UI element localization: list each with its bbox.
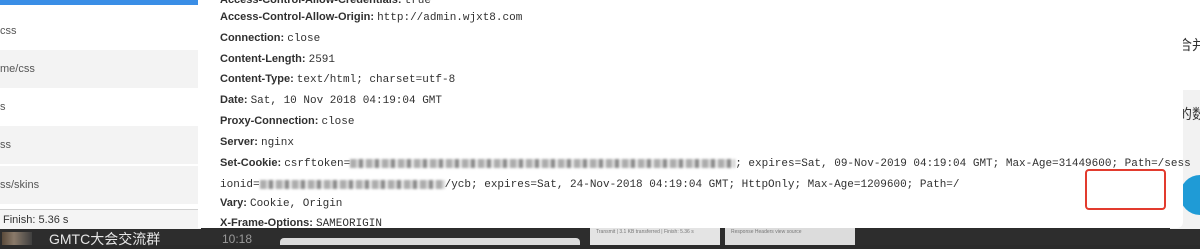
header-row: X-Frame-Options: SAMEORIGIN — [220, 216, 382, 231]
header-key: X-Frame-Options: — [220, 217, 313, 229]
header-row: Server: nginx — [220, 135, 294, 150]
request-row[interactable]: me/css — [0, 50, 198, 88]
request-name: css — [0, 25, 17, 37]
header-key: Content-Length: — [220, 53, 306, 65]
redacted-value — [350, 158, 736, 168]
highlight-box — [1085, 169, 1166, 210]
header-value: true — [404, 0, 431, 7]
selected-request-bar[interactable] — [0, 0, 198, 5]
header-row: Content-Length: 2591 — [220, 52, 335, 67]
header-key: Proxy-Connection: — [220, 115, 319, 127]
header-value: Sat, 10 Nov 2018 04:19:04 GMT — [250, 95, 443, 107]
header-value-prefix: csrftoken= — [284, 158, 351, 170]
request-row[interactable]: css — [0, 12, 198, 50]
request-row[interactable]: ss/skins — [0, 166, 198, 204]
header-key: Vary: — [220, 197, 247, 209]
header-row: Content-Type: text/html; charset=utf-8 — [220, 72, 455, 87]
header-row: Access-Control-Allow-Credentials: true — [220, 0, 431, 8]
redacted-value — [259, 179, 445, 189]
thumbnail-preview: Transmit | 3.1 KB transferred | Finish: … — [590, 228, 720, 245]
header-key: Access-Control-Allow-Credentials: — [220, 0, 402, 6]
background-window-edge — [280, 238, 580, 245]
chat-group-title[interactable]: GMTC大会交流群 — [49, 229, 160, 249]
header-key: Set-Cookie: — [220, 157, 282, 169]
header-key: Server: — [220, 136, 258, 148]
header-value: SAMEORIGIN — [315, 218, 382, 230]
header-row-continuation: ionid= /ycb; expires=Sat, 24-Nov-2018 04:… — [220, 177, 960, 192]
header-row: Set-Cookie: csrftoken=; expires=Sat, 09-… — [220, 156, 1191, 171]
chat-avatar — [2, 232, 32, 245]
request-name: me/css — [0, 63, 35, 75]
thumbnail-caption: Transmit | 3.1 KB transferred | Finish: … — [596, 229, 694, 235]
header-key: Date: — [220, 94, 248, 106]
request-name: ss — [0, 139, 11, 151]
header-row: Proxy-Connection: close — [220, 114, 354, 129]
request-name: s — [0, 101, 6, 113]
header-key: Content-Type: — [220, 73, 294, 85]
header-key: Access-Control-Allow-Origin: — [220, 11, 375, 23]
header-value-prefix: ionid= — [220, 179, 260, 191]
header-row: Date: Sat, 10 Nov 2018 04:19:04 GMT — [220, 93, 442, 108]
header-key: Connection: — [220, 32, 285, 44]
header-value: close — [321, 116, 355, 128]
header-value: 2591 — [308, 54, 335, 66]
status-bar-finish: Finish: 5.36 s — [0, 209, 201, 230]
request-name: ss/skins — [0, 179, 40, 191]
header-row: Connection: close — [220, 31, 320, 46]
thumbnail-preview: Response Headers view source — [725, 228, 855, 245]
request-list-panel: css me/css s ss s ss/skins Finish: 5.36 … — [0, 0, 201, 245]
request-row[interactable]: ss — [0, 126, 198, 164]
header-value: Cookie, Origin — [249, 198, 343, 210]
header-value-suffix: /ycb; expires=Sat, 24-Nov-2018 04:19:04 … — [444, 179, 960, 191]
header-value: nginx — [260, 137, 294, 149]
response-headers-panel: Access-Control-Allow-Credentials: true A… — [198, 0, 1191, 231]
header-value: http://admin.wjxt8.com — [377, 12, 523, 24]
chat-timestamp: 10:18 — [222, 232, 253, 246]
request-row[interactable]: s — [0, 88, 198, 126]
header-row: Access-Control-Allow-Origin: http://admi… — [220, 10, 522, 25]
header-row: Vary: Cookie, Origin — [220, 196, 342, 211]
header-value: text/html; charset=utf-8 — [296, 74, 456, 86]
header-value: close — [287, 33, 321, 45]
thumbnail-caption: Response Headers view source — [731, 229, 802, 235]
